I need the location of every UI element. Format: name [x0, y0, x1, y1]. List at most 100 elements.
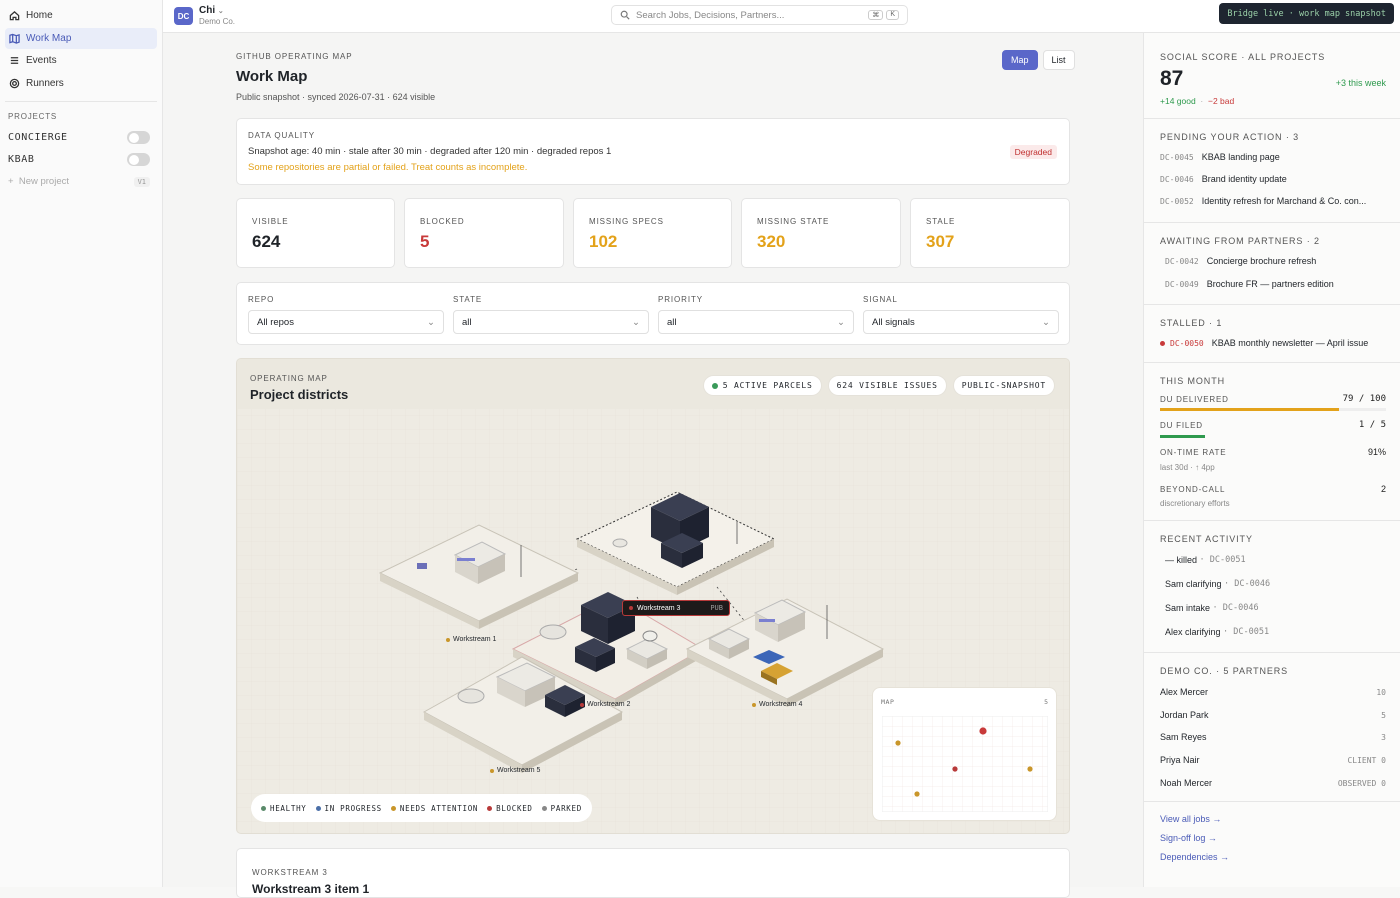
data-quality-title: DATA QUALITY	[248, 131, 315, 140]
partner-row[interactable]: Noah Mercer OBSERVED 0	[1160, 778, 1386, 788]
legend-label: IN PROGRESS	[324, 803, 382, 813]
awaiting-item[interactable]: DC-0049 Brochure FR — partners edition	[1165, 279, 1386, 289]
activity-item[interactable]: Sam intake · DC-0046	[1165, 603, 1386, 613]
nav-home[interactable]: Home	[5, 5, 157, 26]
search-input[interactable]: Search Jobs, Decisions, Partners... ⌘ K	[611, 5, 908, 25]
beyond-sub: discretionary efforts	[1160, 499, 1230, 508]
list-icon	[10, 57, 19, 65]
recent-activity-section: RECENT ACTIVITY — killed · DC-0051 Sam c…	[1144, 521, 1400, 653]
status-dot	[580, 702, 584, 707]
job-id: DC-0045	[1160, 152, 1194, 162]
stat-value: 102	[589, 232, 618, 251]
filter-repo-select[interactable]: All repos ⌄	[248, 310, 444, 334]
project-kbab[interactable]: KBAB	[0, 149, 162, 171]
minimap[interactable]: MAP 5	[872, 687, 1057, 821]
view-map-button[interactable]: Map	[1002, 50, 1038, 70]
minimap-district-1[interactable]	[895, 740, 901, 746]
page-title: Work Map	[236, 68, 308, 85]
new-project-button[interactable]: + New project V1	[0, 171, 162, 193]
stat-missing-specs[interactable]: MISSING SPECS 102	[573, 198, 732, 268]
pending-item[interactable]: DC-0045 KBAB landing page	[1160, 152, 1386, 162]
social-score-section: SOCIAL SCORE · ALL PROJECTS 87 +3 this w…	[1144, 33, 1400, 119]
map-legend: HEALTHY IN PROGRESS NEEDS ATTENTION BLOC…	[251, 794, 592, 822]
job-title: KBAB landing page	[1201, 152, 1280, 162]
workstream-title: Workstream 3 item 1	[252, 882, 370, 896]
partner-name: Alex Mercer	[1160, 687, 1209, 697]
job-id: DC-0046	[1160, 174, 1194, 184]
du-filed-bar	[1160, 435, 1386, 438]
operating-map-card: OPERATING MAP Project districts 5 ACTIVE…	[236, 358, 1070, 834]
activity-item[interactable]: Sam clarifying · DC-0046	[1165, 579, 1386, 589]
nav-runners[interactable]: Runners	[5, 73, 157, 94]
stalled-item[interactable]: DC-0050 KBAB monthly newsletter — April i…	[1160, 338, 1386, 348]
legend-in-progress: IN PROGRESS	[315, 803, 382, 813]
job-title: Concierge brochure refresh	[1206, 256, 1317, 266]
partners-section: DEMO CO. · 5 PARTNERS Alex Mercer 10 Jord…	[1144, 653, 1400, 802]
district-label-2[interactable]: Workstream 2	[580, 701, 630, 708]
nav-label: Runners	[26, 77, 64, 89]
filter-signal-select[interactable]: All signals ⌄	[863, 310, 1059, 334]
view-list-button[interactable]: List	[1042, 50, 1075, 70]
partner-value: CLIENT 0	[1347, 755, 1386, 765]
district-3[interactable]	[575, 491, 776, 595]
district-label-4[interactable]: Workstream 4	[752, 701, 802, 708]
du-delivered-label: DU DELIVERED	[1160, 394, 1229, 404]
activity-item[interactable]: Alex clarifying · DC-0051	[1165, 627, 1386, 637]
chevron-down-icon: ⌄	[837, 316, 845, 328]
project-toggle[interactable]	[127, 153, 150, 167]
workspace-switcher[interactable]: Chi ⌄ Demo Co.	[199, 5, 235, 26]
pending-item[interactable]: DC-0052 Identity refresh for Marchand & C…	[1160, 196, 1386, 206]
activity-item[interactable]: — killed · DC-0051	[1165, 555, 1386, 565]
plus-icon: +	[8, 176, 14, 188]
filter-state-label: STATE	[453, 295, 483, 304]
filter-priority-select[interactable]: all ⌄	[658, 310, 854, 334]
job-title: Brochure FR — partners edition	[1206, 279, 1334, 289]
filter-state-select[interactable]: all ⌄	[453, 310, 649, 334]
stat-missing-state[interactable]: MISSING STATE 320	[741, 198, 901, 268]
minimap-district-2[interactable]	[952, 766, 958, 772]
stat-label: BLOCKED	[420, 217, 465, 226]
activity-who: Sam intake	[1165, 603, 1211, 613]
avatar[interactable]: DC	[174, 7, 193, 25]
view-all-jobs-link[interactable]: View all jobs →	[1160, 814, 1221, 824]
project-concierge[interactable]: CONCIERGE	[0, 127, 162, 149]
new-project-shortcut: V1	[133, 176, 150, 187]
minimap-district-4[interactable]	[1027, 766, 1033, 772]
district-1[interactable]	[378, 524, 580, 629]
legend-swatch	[261, 805, 266, 811]
activity-who: Sam clarifying	[1165, 579, 1222, 589]
partner-row[interactable]: Sam Reyes 3	[1160, 732, 1386, 742]
pending-item[interactable]: DC-0046 Brand identity update	[1160, 174, 1386, 184]
sign-off-log-link[interactable]: Sign-off log →	[1160, 833, 1217, 843]
project-toggle[interactable]	[127, 131, 150, 145]
du-delivered-fill	[1160, 408, 1339, 411]
stat-blocked[interactable]: BLOCKED 5	[404, 198, 564, 268]
job-id: DC-0052	[1160, 196, 1194, 206]
partner-row[interactable]: Priya Nair CLIENT 0	[1160, 755, 1386, 765]
stat-label: MISSING SPECS	[589, 217, 664, 226]
stat-visible[interactable]: VISIBLE 624	[236, 198, 395, 268]
stat-stale[interactable]: STALE 307	[910, 198, 1070, 268]
stalled-title: STALLED · 1	[1160, 318, 1223, 328]
legend-healthy: HEALTHY	[261, 804, 307, 813]
activity-who: — killed	[1165, 555, 1198, 565]
legend-blocked: BLOCKED	[487, 804, 533, 813]
awaiting-section: AWAITING FROM PARTNERS · 2 DC-0042 Concie…	[1144, 223, 1400, 305]
partner-row[interactable]: Alex Mercer 10	[1160, 687, 1386, 697]
search-placeholder: Search Jobs, Decisions, Partners...	[636, 9, 785, 21]
district-label-5[interactable]: Workstream 5	[490, 767, 540, 774]
legend-label: HEALTHY	[270, 803, 307, 813]
minimap-district-5[interactable]	[914, 791, 920, 797]
partner-value: 5	[1381, 710, 1386, 720]
minimap-district-3[interactable]	[979, 727, 987, 735]
legend-needs-attention: NEEDS ATTENTION	[390, 804, 478, 813]
partner-row[interactable]: Jordan Park 5	[1160, 710, 1386, 720]
district-label-3-selected[interactable]: Workstream 3 PUB	[622, 600, 730, 616]
nav-events[interactable]: Events	[5, 50, 157, 71]
dependencies-link[interactable]: Dependencies →	[1160, 852, 1229, 862]
beyond-row: BEYOND-CALL 2	[1160, 484, 1386, 494]
awaiting-item[interactable]: DC-0042 Concierge brochure refresh	[1165, 256, 1386, 266]
social-bad: −2 bad	[1207, 96, 1235, 106]
nav-work-map[interactable]: Work Map	[5, 27, 157, 49]
district-label-1[interactable]: Workstream 1	[446, 636, 496, 643]
